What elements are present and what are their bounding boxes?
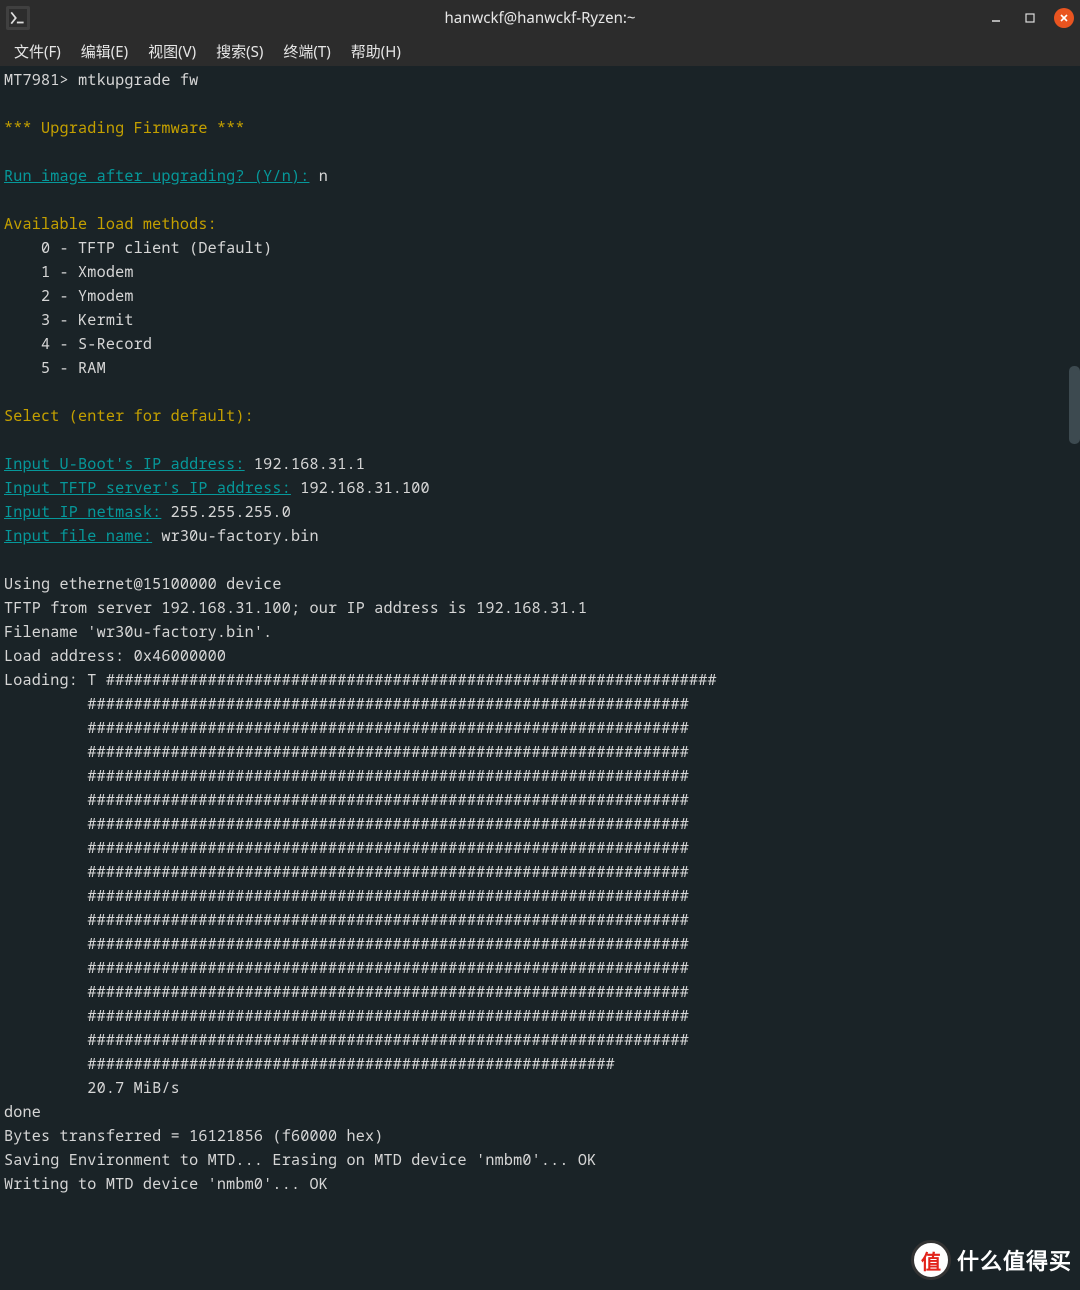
- terminal-content[interactable]: MT7981> mtkupgrade fw *** Upgrading Firm…: [0, 66, 1080, 1198]
- tftp-server-ip-value: 192.168.31.100: [291, 478, 430, 498]
- prompt: MT7981>: [4, 70, 78, 90]
- progress-row: ########################################…: [87, 1030, 689, 1050]
- bytes-line: Bytes transferred = 16121856 (f60000 hex…: [4, 1126, 384, 1146]
- watermark-text: 什么值得买: [957, 1244, 1072, 1276]
- menu-file[interactable]: 文件(F): [4, 39, 71, 64]
- progress-row: ########################################…: [87, 1006, 689, 1026]
- filename-value: wr30u-factory.bin: [152, 526, 319, 546]
- load-address: Load address: 0x46000000: [4, 646, 226, 666]
- progress-row: [4, 718, 87, 738]
- menu-help[interactable]: 帮助(H): [341, 39, 411, 64]
- transfer-speed: 20.7 MiB/s: [4, 1078, 180, 1098]
- method-3: 3 - Kermit: [4, 310, 134, 330]
- watermark-icon: 值: [911, 1240, 951, 1280]
- progress-row: ########################################…: [87, 910, 689, 930]
- close-button[interactable]: [1054, 8, 1074, 28]
- method-5: 5 - RAM: [4, 358, 106, 378]
- select-prompt: Select (enter for default):: [4, 406, 254, 426]
- progress-row: ########################################…: [87, 958, 689, 978]
- netmask-label: Input IP netmask:: [4, 502, 161, 522]
- progress-row: ########################################…: [87, 742, 689, 762]
- window-title: hanwckf@hanwckf-Ryzen:~: [0, 8, 1080, 28]
- menu-search[interactable]: 搜索(S): [206, 39, 273, 64]
- netmask-value: 255.255.255.0: [161, 502, 291, 522]
- method-0: 0 - TFTP client (Default): [4, 238, 272, 258]
- window-buttons: [986, 0, 1074, 36]
- tftp-line: TFTP from server 192.168.31.100; our IP …: [4, 598, 587, 618]
- progress-row: ########################################…: [87, 862, 689, 882]
- progress-row: [4, 958, 87, 978]
- progress-row: [4, 910, 87, 930]
- done-line: done: [4, 1102, 41, 1122]
- progress-row: [4, 1030, 87, 1050]
- progress-row: [4, 982, 87, 1002]
- menu-terminal[interactable]: 终端(T): [273, 39, 340, 64]
- progress-row: ########################################…: [87, 814, 689, 834]
- uboot-ip-value: 192.168.31.1: [245, 454, 365, 474]
- progress-row: [4, 766, 87, 786]
- run-after-answer: n: [309, 166, 328, 186]
- progress-row: [4, 886, 87, 906]
- method-1: 1 - Xmodem: [4, 262, 134, 282]
- uboot-ip-label: Input U-Boot's IP address:: [4, 454, 245, 474]
- saving-line: Saving Environment to MTD... Erasing on …: [4, 1150, 596, 1170]
- terminal-app-icon: [6, 6, 30, 30]
- progress-row: ########################################…: [87, 934, 689, 954]
- progress-row: ########################################…: [87, 766, 689, 786]
- smzdm-watermark: 值 什么值得买: [911, 1240, 1072, 1280]
- menu-bar: 文件(F) 编辑(E) 视图(V) 搜索(S) 终端(T) 帮助(H): [0, 36, 1080, 66]
- progress-row: [4, 814, 87, 834]
- progress-row: ########################################…: [87, 694, 689, 714]
- progress-row: ########################################…: [87, 838, 689, 858]
- filename-label: Input file name:: [4, 526, 152, 546]
- progress-row: ########################################…: [87, 982, 689, 1002]
- menu-edit[interactable]: 编辑(E): [71, 39, 138, 64]
- progress-row: ########################################…: [87, 718, 689, 738]
- command-text: mtkupgrade fw: [78, 70, 198, 90]
- method-4: 4 - S-Record: [4, 334, 152, 354]
- tftp-server-ip-label: Input TFTP server's IP address:: [4, 478, 291, 498]
- progress-row: [4, 934, 87, 954]
- writing-line: Writing to MTD device 'nmbm0'... OK: [4, 1174, 328, 1194]
- progress-row: [4, 862, 87, 882]
- scrollbar-thumb[interactable]: [1069, 366, 1080, 444]
- progress-row: [4, 1054, 87, 1074]
- run-after-prompt: Run image after upgrading? (Y/n):: [4, 166, 309, 186]
- using-device: Using ethernet@15100000 device: [4, 574, 282, 594]
- minimize-button[interactable]: [986, 8, 1006, 28]
- progress-row: [4, 694, 87, 714]
- progress-row: [4, 742, 87, 762]
- loading-prefix: Loading: T: [4, 670, 106, 690]
- progress-row: [4, 838, 87, 858]
- progress-row: [4, 790, 87, 810]
- method-2: 2 - Ymodem: [4, 286, 134, 306]
- maximize-button[interactable]: [1020, 8, 1040, 28]
- progress-row: ########################################…: [106, 670, 717, 690]
- progress-row: ########################################…: [87, 886, 689, 906]
- progress-row: ########################################…: [87, 790, 689, 810]
- progress-row: [4, 1006, 87, 1026]
- progress-row: ########################################…: [87, 1054, 615, 1074]
- upgrading-header: *** Upgrading Firmware ***: [4, 118, 245, 138]
- filename-line: Filename 'wr30u-factory.bin'.: [4, 622, 272, 642]
- available-methods-header: Available load methods:: [4, 214, 217, 234]
- title-bar: hanwckf@hanwckf-Ryzen:~: [0, 0, 1080, 36]
- menu-view[interactable]: 视图(V): [138, 39, 206, 64]
